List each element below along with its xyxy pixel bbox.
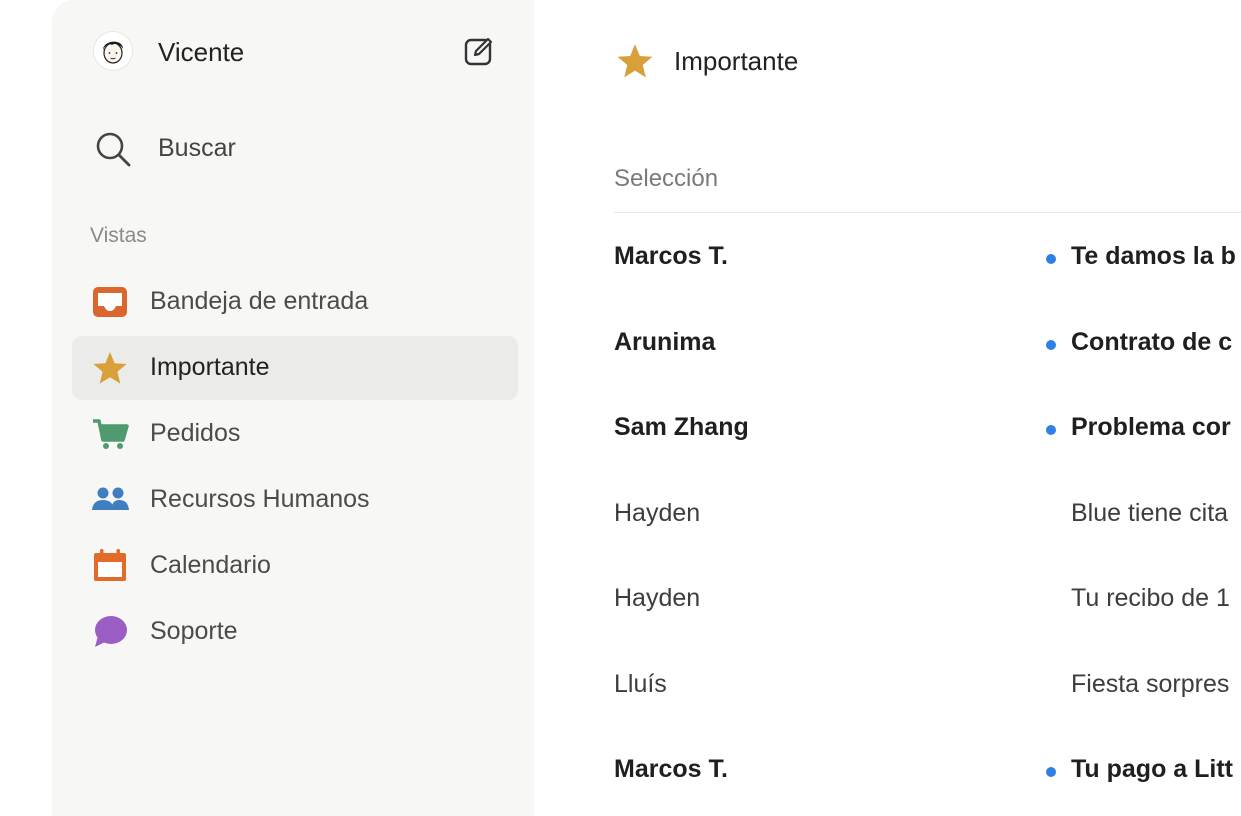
sidebar-item-label: Calendario xyxy=(150,551,271,579)
user-row[interactable]: Vicente xyxy=(94,30,498,74)
message-sender: Hayden xyxy=(614,584,701,612)
message-row[interactable]: Hayden Tu recibo de 1 xyxy=(614,558,1241,644)
divider xyxy=(614,212,1241,213)
app-window: Vicente Buscar Vistas Bandeja de entrada… xyxy=(0,0,1241,816)
star-icon xyxy=(90,350,130,386)
message-row[interactable]: Arunima Contrato de c xyxy=(614,302,1241,388)
message-sender: Arunima xyxy=(614,327,716,356)
message-sender: Marcos T. xyxy=(614,755,728,783)
main-panel: Importante Selección Marcos T. Te damos … xyxy=(534,0,1241,816)
sidebar-item-importante[interactable]: Importante xyxy=(72,336,518,400)
views-section-title: Vistas xyxy=(90,224,147,247)
sidebar-item-calendar[interactable]: Calendario xyxy=(72,534,518,598)
sidebar-item-support[interactable]: Soporte xyxy=(72,600,518,664)
search-icon xyxy=(94,130,134,170)
sidebar-item-orders[interactable]: Pedidos xyxy=(72,402,518,466)
unread-dot xyxy=(1046,767,1056,777)
message-subject: Tu recibo de 1 xyxy=(1071,584,1230,612)
message-sender: Marcos T. xyxy=(614,242,728,270)
calendar-icon xyxy=(90,548,130,584)
message-sender: Hayden xyxy=(614,498,701,527)
message-subject: Contrato de c xyxy=(1071,327,1233,356)
message-subject: Tu pago a Litt xyxy=(1071,755,1234,783)
people-icon xyxy=(90,482,130,518)
compose-icon[interactable] xyxy=(462,34,496,68)
unread-dot xyxy=(1046,254,1056,264)
message-list: Marcos T. Te damos la b Arunima Contrato… xyxy=(614,216,1241,815)
views-nav: Bandeja de entrada Importante Pedidos Re… xyxy=(72,270,518,666)
unread-dot xyxy=(1046,339,1056,350)
search-button[interactable]: Buscar xyxy=(94,128,498,168)
cart-icon xyxy=(90,416,130,452)
user-avatar[interactable] xyxy=(94,32,132,70)
message-row[interactable]: Sam Zhang Problema cor xyxy=(614,387,1241,473)
sidebar-item-label: Pedidos xyxy=(150,419,241,447)
inbox-icon xyxy=(90,284,130,320)
message-sender: Sam Zhang xyxy=(614,413,749,441)
message-row[interactable]: Marcos T. Te damos la b xyxy=(614,216,1241,302)
star-icon xyxy=(614,40,656,82)
message-subject: Fiesta sorpres xyxy=(1071,669,1230,698)
user-name: Vicente xyxy=(158,37,245,67)
sidebar-item-label: Recursos Humanos xyxy=(150,485,370,513)
message-subject: Blue tiene cita xyxy=(1071,498,1229,527)
search-label: Buscar xyxy=(158,134,236,162)
message-row[interactable]: Lluís Fiesta sorpres xyxy=(614,644,1241,730)
selection-header: Selección xyxy=(614,165,719,192)
message-subject: Te damos la b xyxy=(1071,242,1236,270)
page-title: Importante xyxy=(674,46,799,76)
sidebar-item-label: Importante xyxy=(150,353,270,381)
message-subject: Problema cor xyxy=(1071,413,1231,441)
sidebar: Vicente Buscar Vistas Bandeja de entrada… xyxy=(52,0,534,816)
message-sender: Lluís xyxy=(614,669,667,698)
message-row[interactable]: Hayden Blue tiene cita xyxy=(614,473,1241,559)
sidebar-item-label: Bandeja de entrada xyxy=(150,287,369,315)
chat-bubble-icon xyxy=(90,614,130,650)
sidebar-item-inbox[interactable]: Bandeja de entrada xyxy=(72,270,518,334)
unread-dot xyxy=(1046,425,1056,435)
message-row[interactable]: Marcos T. Tu pago a Litt xyxy=(614,729,1241,815)
sidebar-item-label: Soporte xyxy=(150,617,238,645)
sidebar-item-hr[interactable]: Recursos Humanos xyxy=(72,468,518,532)
